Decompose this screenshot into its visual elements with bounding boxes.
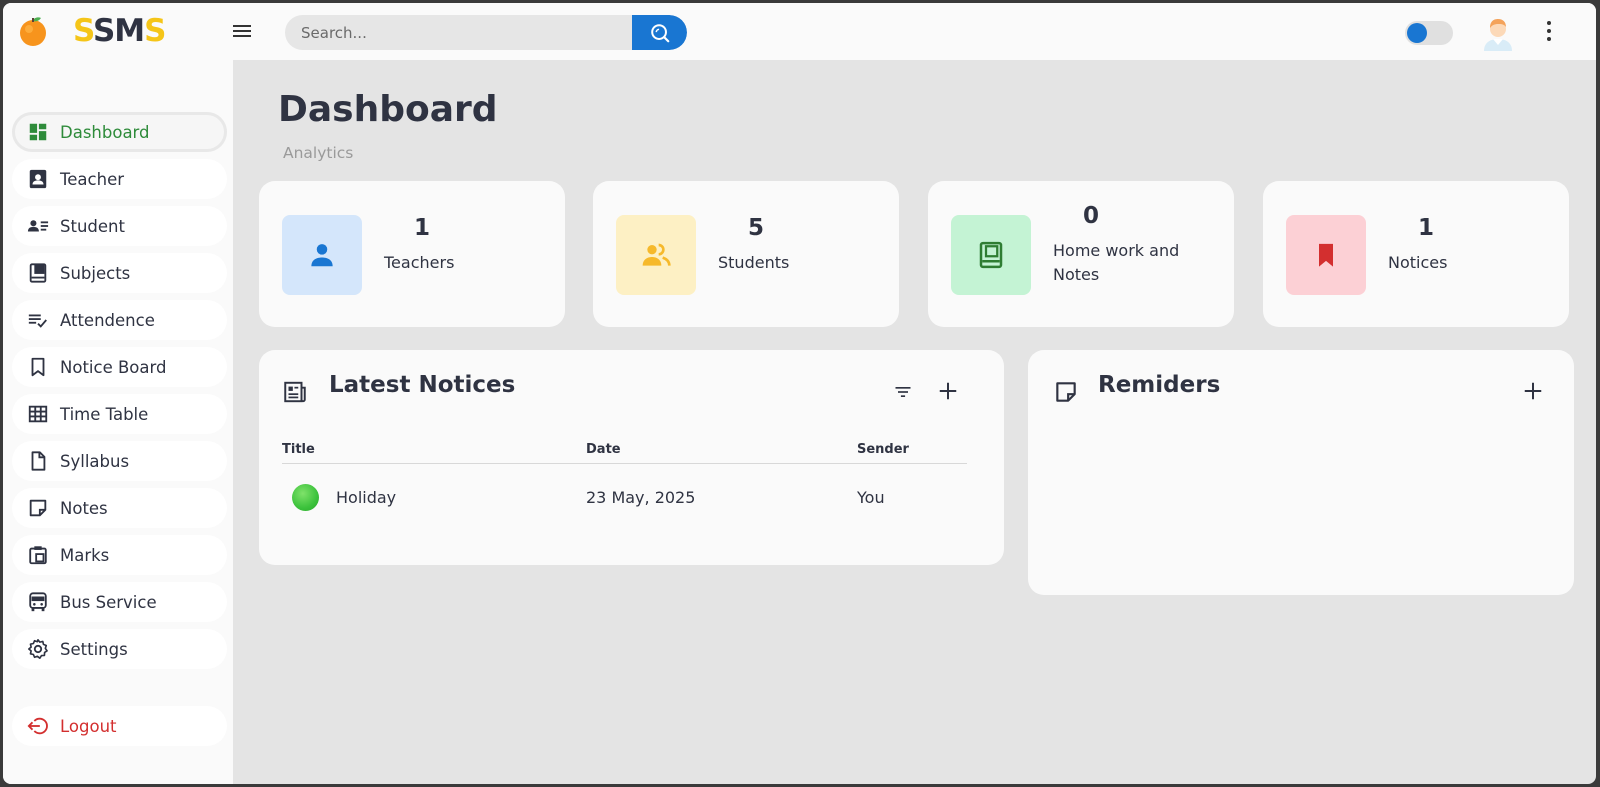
app-window: SSMS Dashboard: [3, 3, 1596, 784]
sidebar-item-teacher[interactable]: Teacher: [12, 159, 227, 199]
top-bar: SSMS: [3, 3, 1596, 60]
sidebar-item-label: Syllabus: [60, 451, 130, 471]
notice-sender: You: [857, 488, 885, 507]
stat-card-teachers[interactable]: 1 Teachers: [259, 181, 565, 327]
stat-label: Teachers: [384, 253, 455, 272]
search-icon: [650, 23, 669, 42]
newspaper-icon: [284, 381, 306, 403]
sidebar-item-notice-board[interactable]: Notice Board: [12, 347, 227, 387]
panel-title: Latest Notices: [329, 372, 516, 398]
sidebar-item-label: Bus Service: [60, 592, 157, 612]
sidebar-item-label: Time Table: [60, 404, 149, 424]
sticky-note-icon: [26, 496, 50, 520]
sidebar-item-label: Notes: [60, 498, 108, 518]
sidebar-item-label: Teacher: [60, 169, 125, 189]
orange-logo-icon: [20, 17, 46, 46]
sidebar-item-bus-service[interactable]: Bus Service: [12, 582, 227, 622]
column-header-title: Title: [282, 442, 315, 457]
stat-value: 0: [1082, 203, 1099, 229]
brand-logo-text: SSMS: [73, 13, 166, 49]
stat-value: 1: [1417, 215, 1434, 241]
reminders-panel: Remiders: [1028, 350, 1574, 595]
notice-title: Holiday: [336, 488, 397, 507]
page-title: Dashboard: [278, 89, 498, 130]
sidebar-item-notes[interactable]: Notes: [12, 488, 227, 528]
sidebar-item-label: Logout: [60, 716, 117, 736]
stat-card-students[interactable]: 5 Students: [593, 181, 899, 327]
page-subtitle: Analytics: [283, 144, 354, 162]
student-list-icon: [26, 214, 50, 238]
more-options-icon[interactable]: [1545, 21, 1553, 43]
sidebar-item-syllabus[interactable]: Syllabus: [12, 441, 227, 481]
stat-label: Home work and Notes: [1053, 241, 1180, 284]
add-reminder-button[interactable]: [1519, 377, 1547, 405]
sidebar-item-dashboard[interactable]: Dashboard: [12, 112, 227, 152]
table-row[interactable]: Holiday 23 May, 2025 You: [282, 476, 967, 518]
checklist-icon: [26, 308, 50, 332]
plus-icon: [939, 382, 957, 400]
sticky-note-icon: [1056, 382, 1076, 402]
panel-title: Remiders: [1098, 372, 1221, 398]
filter-icon[interactable]: [889, 378, 917, 406]
sidebar-item-student[interactable]: Student: [12, 206, 227, 246]
grid-table-icon: [26, 402, 50, 426]
sidebar-item-label: Attendence: [60, 310, 155, 330]
sidebar-item-subjects[interactable]: Subjects: [12, 253, 227, 293]
book-icon: [951, 215, 1031, 295]
sidebar-item-label: Marks: [60, 545, 110, 565]
stat-label: Notices: [1388, 253, 1448, 272]
stat-value: 5: [747, 215, 764, 241]
sidebar-item-marks[interactable]: Marks: [12, 535, 227, 575]
gear-icon: [26, 637, 50, 661]
sidebar-item-settings[interactable]: Settings: [12, 629, 227, 669]
clipboard-icon: [26, 543, 50, 567]
bookmark-icon: [1286, 215, 1366, 295]
table-divider: [282, 463, 967, 464]
search-button[interactable]: [632, 15, 687, 50]
dashboard-icon: [26, 120, 50, 144]
notice-date: 23 May, 2025: [586, 488, 696, 507]
document-icon: [26, 449, 50, 473]
theme-toggle[interactable]: [1405, 21, 1453, 45]
column-header-sender: Sender: [857, 442, 909, 457]
sidebar-item-label: Notice Board: [60, 357, 167, 377]
stat-card-homework[interactable]: 0 Home work and Notes: [928, 181, 1234, 327]
sidebar-item-attendence[interactable]: Attendence: [12, 300, 227, 340]
stat-label: Students: [718, 253, 790, 272]
latest-notices-panel: Latest Notices Title Date Sender Holiday…: [259, 350, 1004, 565]
bookmark-icon: [26, 355, 50, 379]
search-bar: [285, 15, 687, 50]
book-icon: [26, 261, 50, 285]
person-icon: [282, 215, 362, 295]
sidebar-item-label: Subjects: [60, 263, 131, 283]
stat-value: 1: [413, 215, 430, 241]
menu-toggle-icon[interactable]: [233, 22, 253, 40]
column-header-date: Date: [586, 442, 621, 457]
plus-icon: [1524, 382, 1542, 400]
sidebar-item-label: Dashboard: [60, 122, 150, 142]
sidebar: Dashboard Teacher Student Subjects Atten…: [3, 60, 233, 784]
stat-card-notices[interactable]: 1 Notices: [1263, 181, 1569, 327]
contact-card-icon: [26, 167, 50, 191]
sidebar-item-label: Student: [60, 216, 125, 236]
sidebar-item-label: Settings: [60, 639, 128, 659]
search-input[interactable]: [285, 15, 630, 50]
logout-icon: [26, 714, 50, 738]
user-avatar[interactable]: [1481, 15, 1515, 51]
group-icon: [616, 215, 696, 295]
bus-icon: [26, 590, 50, 614]
status-dot: [292, 484, 319, 511]
sidebar-item-logout[interactable]: Logout: [12, 706, 227, 746]
sidebar-item-time-table[interactable]: Time Table: [12, 394, 227, 434]
add-notice-button[interactable]: [934, 377, 962, 405]
